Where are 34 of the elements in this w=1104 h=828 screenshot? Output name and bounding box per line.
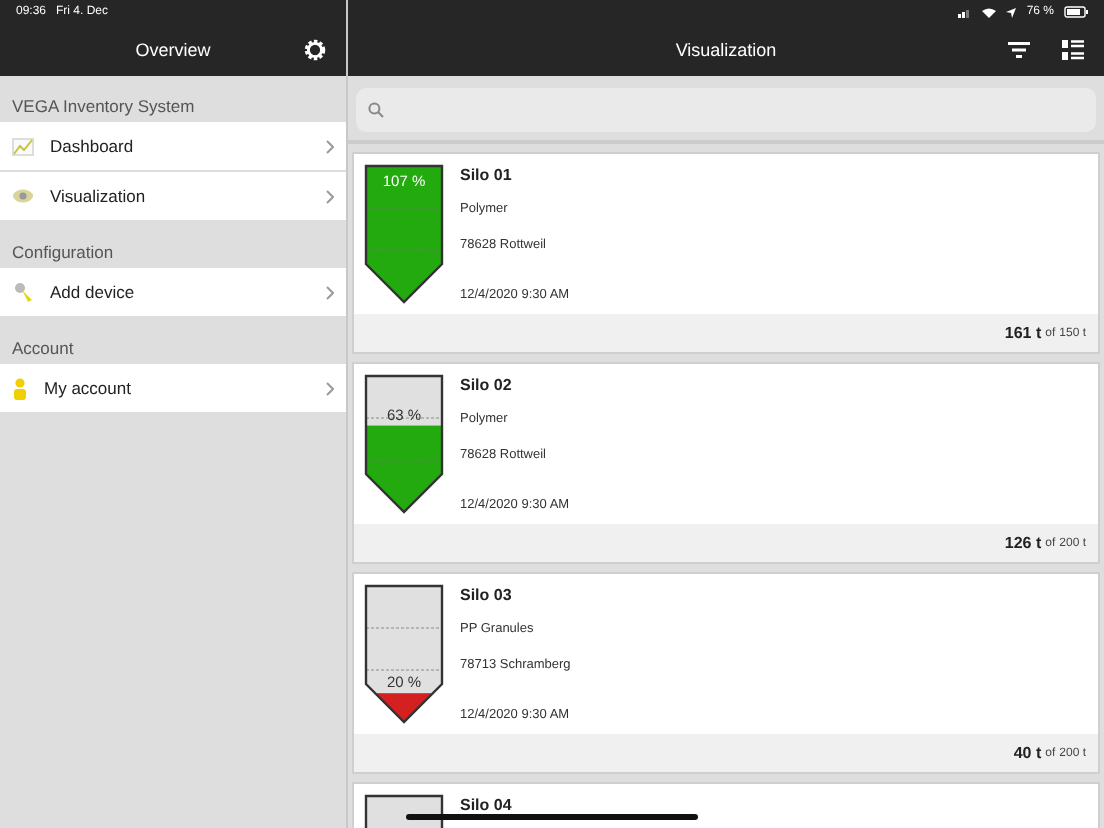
silo-card[interactable]: Silo 04 <box>352 782 1100 828</box>
section-heading: Configuration <box>10 240 116 266</box>
chart-icon <box>12 137 34 155</box>
amount-text: 126 t <box>1004 534 1042 552</box>
sidebar-item[interactable]: Add device <box>0 268 346 318</box>
wifi-icon <box>982 7 997 17</box>
sidebar-title: Overview <box>135 40 211 60</box>
amount-text: 40 t <box>1013 744 1042 762</box>
signal-icon <box>958 7 973 17</box>
chevron-icon <box>326 285 334 299</box>
device-icon <box>12 281 34 303</box>
screen-title: Visualization <box>675 40 777 60</box>
sidebar-item[interactable]: My account <box>0 364 346 414</box>
silo-name: Silo 02 <box>460 376 514 394</box>
battery-icon <box>1064 6 1088 18</box>
chevron-icon <box>326 139 334 153</box>
location-icon <box>1006 7 1017 17</box>
search-field[interactable] <box>356 88 1096 132</box>
sidebar-item[interactable]: Visualization <box>0 172 346 222</box>
amount-text: 161 t <box>1004 324 1042 342</box>
silo-name: Silo 04 <box>460 796 512 814</box>
list-view-icon[interactable] <box>1062 40 1084 60</box>
eye-icon <box>12 188 34 204</box>
section-heading: VEGA Inventory System <box>10 94 197 120</box>
filter-icon[interactable] <box>1008 42 1030 58</box>
search-icon <box>368 102 384 118</box>
settings-icon[interactable] <box>304 39 326 61</box>
person-icon <box>12 377 28 399</box>
silo-name: Silo 03 <box>460 586 514 604</box>
silo-name: Silo 01 <box>460 166 514 184</box>
chevron-icon <box>326 189 334 203</box>
section-heading: Account <box>10 336 76 362</box>
chevron-icon <box>326 381 334 395</box>
sidebar-item[interactable]: Dashboard <box>0 122 346 172</box>
